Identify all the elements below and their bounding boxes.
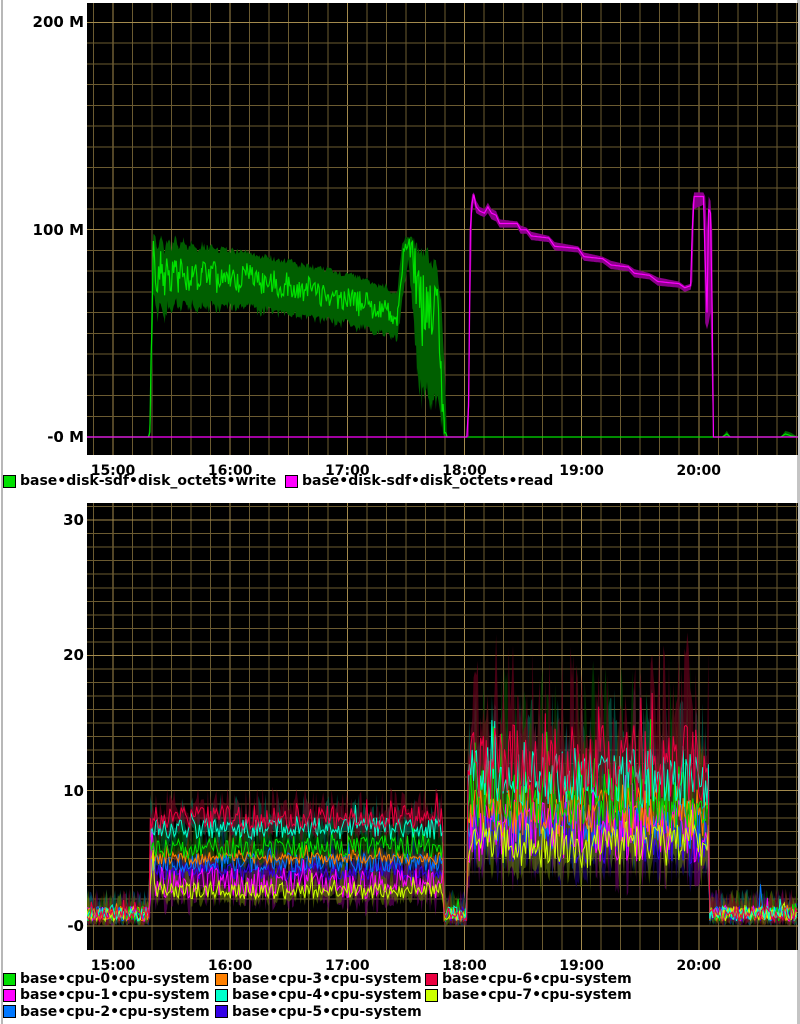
legend-item: base•cpu-7•cpu-system <box>424 987 632 1003</box>
y-tick-label: 100 M <box>0 221 84 239</box>
y-tick-label: -0 <box>0 917 84 935</box>
y-tick-label: 20 <box>0 646 84 664</box>
cpu-chart-legend: base•cpu-0•cpu-systembase•cpu-1•cpu-syst… <box>2 971 632 1020</box>
x-tick-label: 17:00 <box>317 958 377 974</box>
x-tick-label: 18:00 <box>434 463 494 479</box>
x-tick-label: 19:00 <box>552 958 612 974</box>
legend-swatch-cpu-4 <box>215 989 228 1002</box>
legend-label: base•cpu-5•cpu-system <box>232 1004 422 1020</box>
y-tick-label: 10 <box>0 782 84 800</box>
legend-label: base•cpu-2•cpu-system <box>20 1004 210 1020</box>
y-tick-label: -0 M <box>0 428 84 446</box>
legend-swatch-cpu-0 <box>3 973 16 986</box>
cpu-system-chart-canvas <box>87 503 798 950</box>
legend-label: base•cpu-7•cpu-system <box>442 987 632 1003</box>
legend-swatch-cpu-3 <box>215 973 228 986</box>
x-tick-label: 20:00 <box>669 463 729 479</box>
legend-swatch-read <box>285 475 298 488</box>
legend-swatch-cpu-6 <box>425 973 438 986</box>
legend-item: base•cpu-4•cpu-system <box>214 987 424 1003</box>
x-tick-label: 15:00 <box>83 958 143 974</box>
legend-swatch-write <box>3 475 16 488</box>
x-tick-label: 18:00 <box>434 958 494 974</box>
y-tick-label: 200 M <box>0 13 84 31</box>
legend-swatch-cpu-7 <box>425 989 438 1002</box>
legend-swatch-cpu-2 <box>3 1005 16 1018</box>
disk-octets-chart-canvas <box>87 3 798 455</box>
x-tick-label: 17:00 <box>317 463 377 479</box>
x-tick-label: 16:00 <box>200 463 260 479</box>
y-tick-label: 30 <box>0 511 84 529</box>
legend-swatch-cpu-1 <box>3 989 16 1002</box>
legend-item: base•cpu-2•cpu-system <box>2 1004 214 1020</box>
legend-item: base•cpu-5•cpu-system <box>214 1004 424 1020</box>
graph-page: base•disk-sdf•disk_octets•writebase•disk… <box>0 0 800 1024</box>
legend-label: base•cpu-4•cpu-system <box>232 987 422 1003</box>
chart-plot-area <box>87 503 798 950</box>
legend-swatch-cpu-5 <box>215 1005 228 1018</box>
legend-item: base•cpu-1•cpu-system <box>2 987 214 1003</box>
x-tick-label: 20:00 <box>669 958 729 974</box>
x-tick-label: 15:00 <box>83 463 143 479</box>
x-tick-label: 16:00 <box>200 958 260 974</box>
legend-label: base•cpu-1•cpu-system <box>20 987 210 1003</box>
chart-plot-area <box>87 3 798 455</box>
x-tick-label: 19:00 <box>552 463 612 479</box>
